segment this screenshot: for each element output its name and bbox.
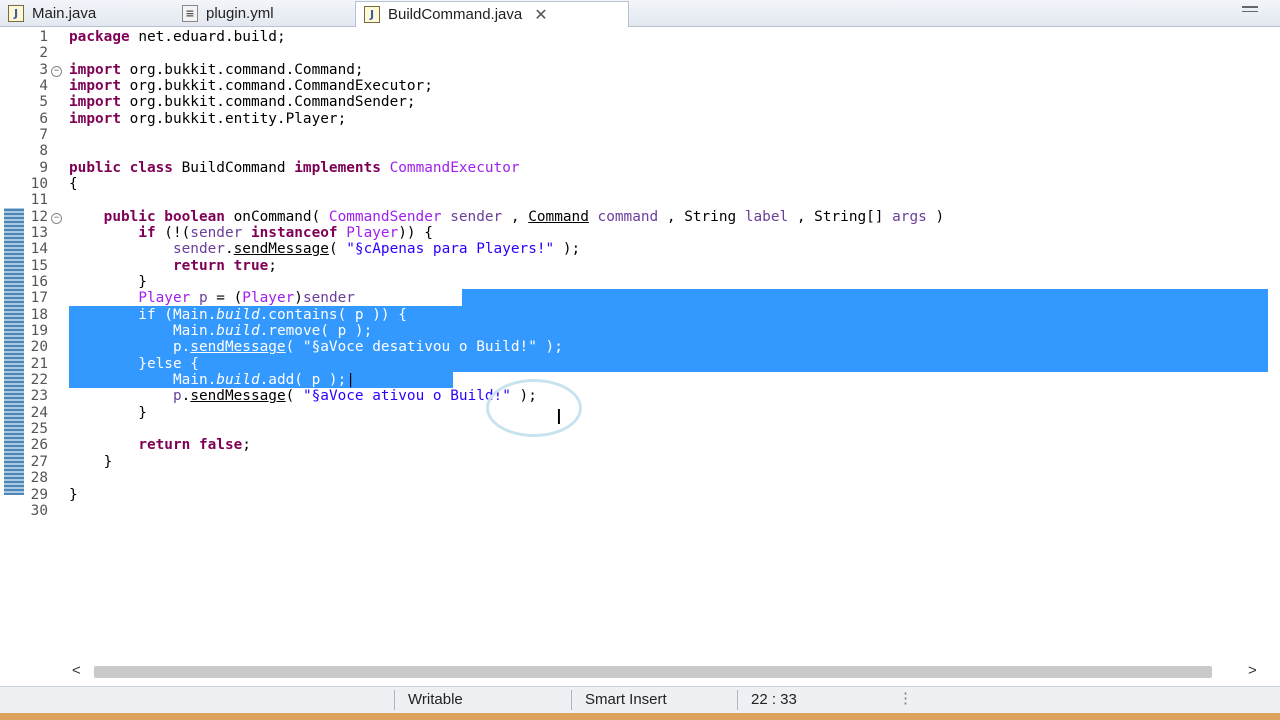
code-line: public boolean onCommand( CommandSender … (103, 209, 945, 225)
java-file-icon: J (364, 6, 380, 23)
line-number: 26 (30, 437, 48, 453)
code-line: import org.bukkit.command.CommandSender; (69, 94, 416, 110)
text-cursor-icon: I (556, 405, 562, 429)
close-icon[interactable]: ✕ (534, 5, 547, 25)
line-number: 11 (30, 192, 48, 208)
line-number: 28 (30, 470, 48, 486)
line-number: 15 (30, 258, 48, 274)
tab-plugin-yml[interactable]: ≡ plugin.yml (182, 1, 347, 25)
taskbar-strip (0, 713, 1280, 720)
code-line: Player p = (Player)sender; (138, 290, 364, 306)
insert-mode-status: Smart Insert (585, 691, 667, 708)
line-number: 9 (39, 160, 48, 176)
line-number: 27 (30, 454, 48, 470)
code-line: public class BuildCommand implements Com… (69, 160, 520, 176)
scroll-right-icon[interactable]: > (1248, 662, 1257, 679)
code-line: } (69, 487, 78, 503)
line-number: 4 (39, 78, 48, 94)
code-line: import org.bukkit.command.Command; (69, 62, 364, 78)
line-number: 14 (30, 241, 48, 257)
code-line: } (69, 405, 147, 421)
horizontal-scrollbar[interactable]: < > (68, 662, 1268, 682)
status-bar: Writable Smart Insert 22 : 33 ⋮ (0, 686, 1280, 714)
line-number: 7 (39, 127, 48, 143)
line-number: 20 (30, 339, 48, 355)
code-line: } (69, 454, 113, 470)
fold-collapse-icon[interactable]: − (51, 213, 62, 224)
code-editor[interactable]: 1 package net.eduard.build; 2 3− import or… (0, 27, 1272, 664)
line-number: 18 (30, 307, 48, 323)
line-number: 24 (30, 405, 48, 421)
line-number: 25 (30, 421, 48, 437)
line-number: 30 (30, 503, 48, 519)
java-file-icon: J (8, 4, 24, 22)
fold-collapse-icon[interactable]: − (51, 66, 62, 77)
code-line: } (69, 274, 147, 290)
code-line: import org.bukkit.entity.Player; (69, 111, 347, 127)
line-number: 6 (39, 111, 48, 127)
line-number: 17 (30, 290, 48, 306)
line-number: 1 (39, 29, 48, 45)
code-line: sender.sendMessage( "§cApenas para Playe… (172, 241, 581, 257)
scrollbar-thumb[interactable] (94, 666, 1212, 678)
code-line: p.sendMessage( "§aVoce ativou o Build!" … (172, 388, 537, 404)
line-number: 16 (30, 274, 48, 290)
line-number: 8 (39, 143, 48, 159)
line-number: 13 (30, 225, 48, 241)
tab-label: BuildCommand.java (388, 6, 523, 23)
tab-buildcommand-java[interactable]: J BuildCommand.java ✕ (355, 1, 629, 27)
code-line: if (Main.build.contains( p )) { (69, 307, 407, 323)
code-line: Main.build.add( p );| (69, 372, 355, 388)
code-line: }else { (69, 356, 199, 372)
code-line: p.sendMessage( "§aVoce desativou o Build… (69, 339, 563, 355)
code-line: import org.bukkit.command.CommandExecuto… (69, 78, 433, 94)
code-line: package net.eduard.build; (69, 29, 286, 45)
status-grip-icon: ⋮ (898, 690, 913, 707)
line-number: 21 (30, 356, 48, 372)
line-number: 5 (39, 94, 48, 110)
click-highlight-ring (486, 379, 582, 437)
line-number: 2 (39, 45, 48, 61)
tab-label: Main.java (32, 4, 97, 22)
line-number: 29 (30, 487, 48, 503)
scroll-left-icon[interactable]: < (72, 662, 81, 679)
code-line: { (69, 176, 78, 192)
tab-label: plugin.yml (206, 4, 274, 22)
minimize-icon[interactable] (1242, 6, 1258, 12)
line-number: 12 (30, 209, 48, 225)
tab-main-java[interactable]: J Main.java (8, 1, 173, 25)
writable-status: Writable (408, 691, 463, 708)
yml-file-icon: ≡ (182, 4, 198, 22)
line-number: 23 (30, 388, 48, 404)
code-line: return true; (172, 258, 277, 274)
code-line: return false; (138, 437, 251, 453)
code-line: Main.build.remove( p ); (69, 323, 373, 339)
editor-tab-bar: J Main.java ≡ plugin.yml J BuildCommand.… (0, 0, 1280, 27)
cursor-position: 22 : 33 (751, 691, 797, 708)
line-number: 10 (30, 176, 48, 192)
line-number: 22 (30, 372, 48, 388)
line-number: 3 (39, 62, 48, 78)
line-number: 19 (30, 323, 48, 339)
code-line: if (!(sender instanceof Player)) { (138, 225, 433, 241)
